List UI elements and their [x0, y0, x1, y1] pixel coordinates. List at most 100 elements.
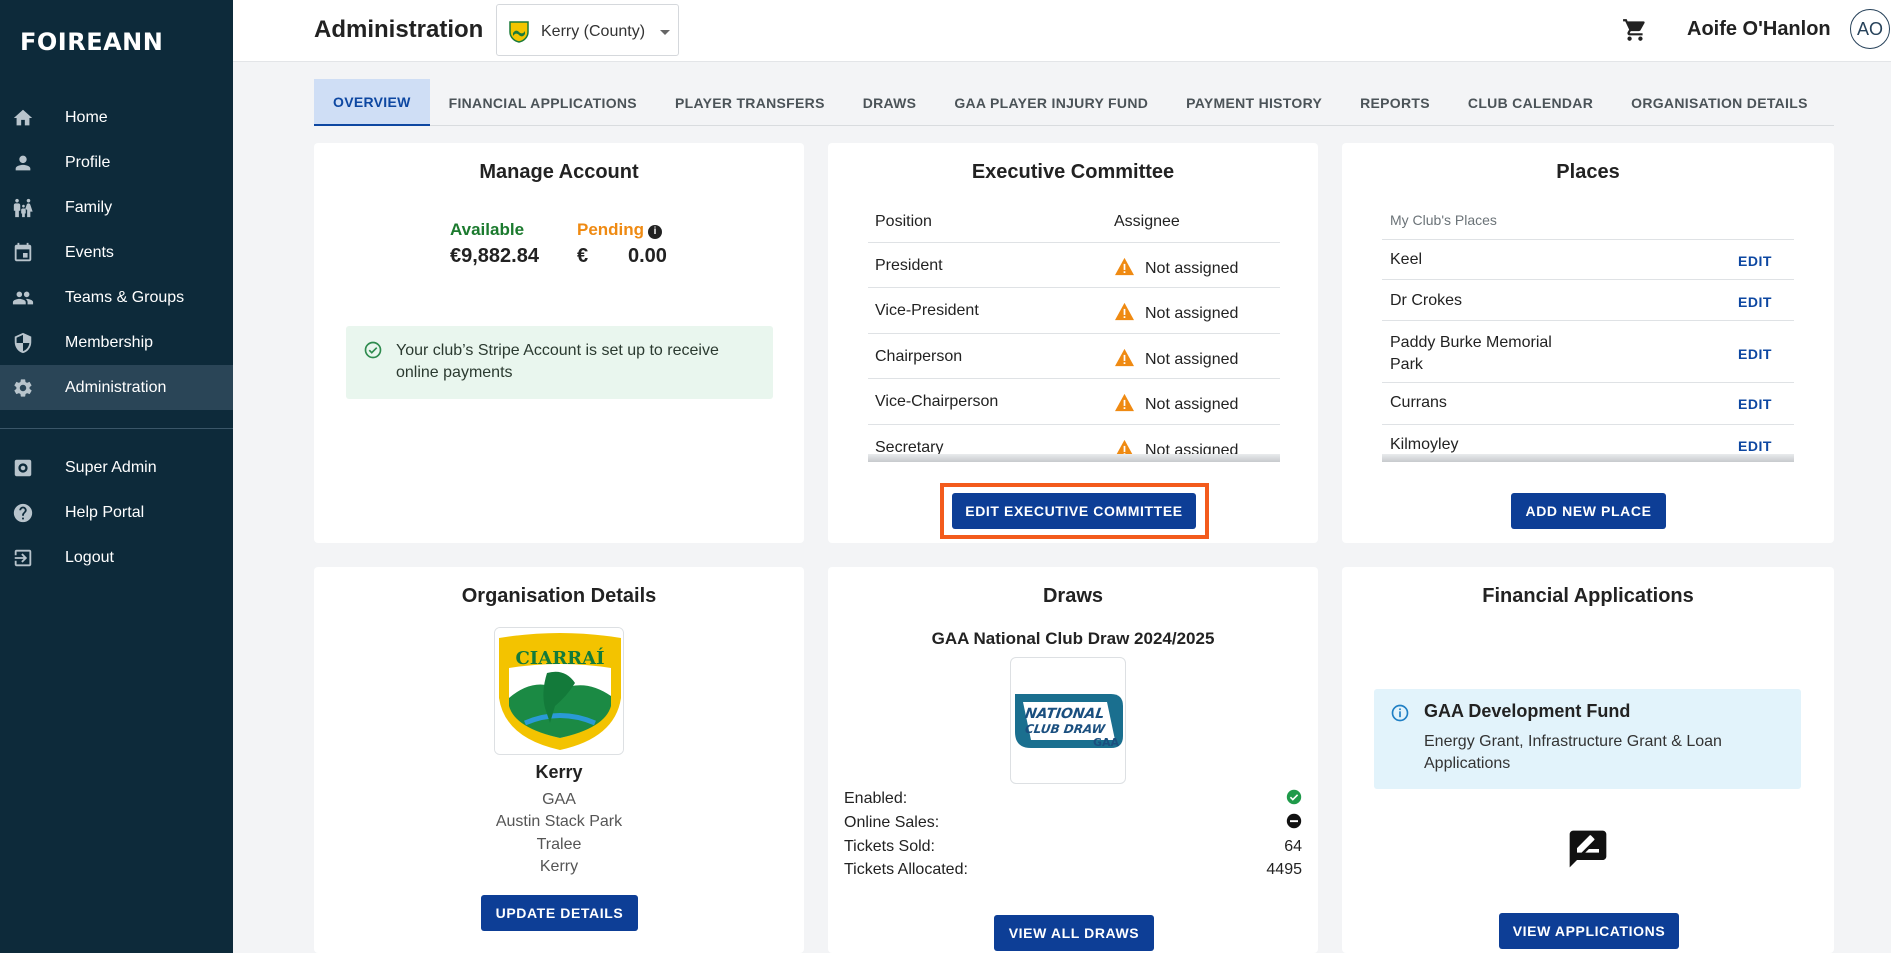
card-title: Organisation Details	[461, 585, 657, 607]
tickets-sold-label: Tickets Sold:	[844, 838, 935, 855]
tab-gaa-player-injury-fund[interactable]: GAA PLAYER INJURY FUND	[935, 79, 1167, 126]
minus-circle-icon	[1286, 813, 1302, 829]
check-circle-icon	[364, 341, 382, 359]
info-circle-icon	[1391, 704, 1409, 722]
update-details-button[interactable]: UPDATE DETAILS	[481, 895, 638, 931]
row-divider	[1382, 239, 1794, 240]
sidebar-item-teams-groups[interactable]: Teams & Groups	[0, 275, 233, 320]
card-title: Places	[1556, 161, 1620, 183]
assignee-chairperson: Not assigned	[1145, 351, 1239, 368]
tab-organisation-details[interactable]: ORGANISATION DETAILS	[1612, 79, 1827, 126]
row-divider	[1382, 279, 1794, 280]
sidebar-item-family[interactable]: Family	[0, 185, 233, 230]
sidebar-item-label: Events	[65, 243, 114, 261]
edit-place-link[interactable]: EDIT	[1738, 396, 1772, 412]
edit-place-link[interactable]: EDIT	[1738, 438, 1772, 454]
pending-label-wrap: Pending i	[577, 220, 663, 240]
cart-icon[interactable]	[1622, 17, 1648, 43]
card-title: Executive Committee	[971, 161, 1175, 183]
sidebar-item-help-portal[interactable]: Help Portal	[0, 490, 233, 535]
tab-draws[interactable]: DRAWS	[844, 79, 936, 126]
tab-overview[interactable]: OVERVIEW	[314, 79, 430, 126]
sidebar-item-home[interactable]: Home	[0, 95, 233, 140]
organisation-county: Kerry	[539, 858, 579, 875]
sidebar-item-profile[interactable]: Profile	[0, 140, 233, 185]
calendar-icon	[12, 242, 34, 264]
pending-label: Pending	[577, 220, 645, 239]
organisation-logo: CIARRAÍ	[494, 627, 624, 755]
shield-icon	[12, 332, 34, 354]
stripe-message: Your club’s Stripe Account is set up to …	[396, 342, 719, 381]
stripe-status-alert: Your club’s Stripe Account is set up to …	[346, 326, 773, 399]
tab-club-calendar[interactable]: CLUB CALENDAR	[1449, 79, 1612, 126]
view-applications-button[interactable]: VIEW APPLICATIONS	[1499, 913, 1679, 949]
sidebar-nav: Home Profile Family Events Teams & Group…	[0, 95, 233, 580]
avatar[interactable]: AO	[1850, 9, 1890, 49]
edit-place-link[interactable]: EDIT	[1738, 346, 1772, 362]
rate-review-icon	[1569, 830, 1607, 868]
groups-icon	[12, 287, 34, 309]
row-divider	[868, 333, 1280, 334]
row-divider	[1382, 424, 1794, 425]
tab-financial-applications[interactable]: FINANCIAL APPLICATIONS	[430, 79, 656, 126]
enabled-label: Enabled:	[844, 790, 908, 807]
info-icon[interactable]: i	[648, 225, 663, 239]
admin-gear-icon	[12, 457, 34, 479]
position-vice-president: Vice-President	[875, 302, 979, 319]
national-club-draw-logo: NATIONAL CLUB DRAW GAA	[1010, 657, 1126, 784]
warning-icon	[1115, 393, 1134, 412]
place-name: Keel	[1390, 251, 1423, 268]
warning-icon	[1115, 257, 1134, 276]
available-label: Available	[450, 220, 525, 239]
tickets-allocated-label: Tickets Allocated:	[844, 861, 968, 878]
organisation-logo-text: CIARRAÍ	[515, 648, 605, 669]
logout-icon	[12, 547, 34, 569]
sidebar-item-label: Home	[65, 108, 108, 126]
row-divider	[868, 287, 1280, 288]
edit-place-link[interactable]: EDIT	[1738, 253, 1772, 269]
financial-applications-card: Financial Applications GAA Development F…	[1342, 567, 1834, 953]
fund-description: Energy Grant, Infrastructure Grant & Loa…	[1424, 733, 1722, 772]
draw-logo-line1: NATIONAL	[1023, 706, 1106, 722]
top-header: Administration Kerry (County) Aoife O'Ha…	[233, 0, 1891, 62]
tab-reports[interactable]: REPORTS	[1341, 79, 1449, 126]
place-name: Currans	[1390, 394, 1447, 411]
tab-payment-history[interactable]: PAYMENT HISTORY	[1167, 79, 1341, 126]
add-new-place-button[interactable]: ADD NEW PLACE	[1511, 493, 1666, 529]
organisation-select[interactable]: Kerry (County)	[496, 4, 679, 56]
manage-account-card: Manage Account Available €9,882.84 Pendi…	[314, 143, 804, 543]
position-president: President	[875, 257, 943, 274]
card-title: Financial Applications	[1482, 585, 1694, 607]
warning-icon	[1115, 348, 1134, 367]
view-all-draws-button[interactable]: VIEW ALL DRAWS	[994, 915, 1154, 951]
organisation-body: GAA	[542, 791, 576, 808]
sidebar-item-administration[interactable]: Administration	[0, 365, 233, 410]
fund-title: GAA Development Fund	[1424, 701, 1631, 721]
row-divider	[1382, 320, 1794, 321]
sidebar-item-super-admin[interactable]: Super Admin	[0, 445, 233, 490]
sidebar-item-logout[interactable]: Logout	[0, 535, 233, 580]
sidebar-item-label: Family	[65, 198, 113, 216]
tab-player-transfers[interactable]: PLAYER TRANSFERS	[656, 79, 844, 126]
row-divider	[868, 424, 1280, 425]
sidebar-item-label: Help Portal	[65, 503, 145, 521]
tickets-allocated-value: 4495	[1266, 861, 1302, 878]
places-subtitle: My Club's Places	[1390, 212, 1497, 228]
brand-logo: FOIREANN	[20, 28, 164, 56]
development-fund-box: GAA Development Fund Energy Grant, Infra…	[1374, 689, 1801, 789]
pending-currency: €	[577, 245, 589, 267]
sidebar-item-label: Teams & Groups	[65, 288, 185, 306]
place-name: Paddy Burke Memorial Park	[1390, 334, 1552, 373]
user-name[interactable]: Aoife O'Hanlon	[1687, 18, 1831, 41]
available-value: €9,882.84	[450, 245, 539, 267]
organisation-select-value: Kerry (County)	[541, 23, 646, 40]
sidebar-item-events[interactable]: Events	[0, 230, 233, 275]
gaa-logo-text: GAA	[1093, 736, 1120, 749]
card-title: Manage Account	[479, 161, 639, 183]
assignee-president: Not assigned	[1145, 260, 1239, 277]
person-icon	[12, 152, 34, 174]
sidebar-item-label: Profile	[65, 153, 111, 171]
sidebar-item-membership[interactable]: Membership	[0, 320, 233, 365]
online-sales-label: Online Sales:	[844, 814, 940, 831]
edit-place-link[interactable]: EDIT	[1738, 294, 1772, 310]
